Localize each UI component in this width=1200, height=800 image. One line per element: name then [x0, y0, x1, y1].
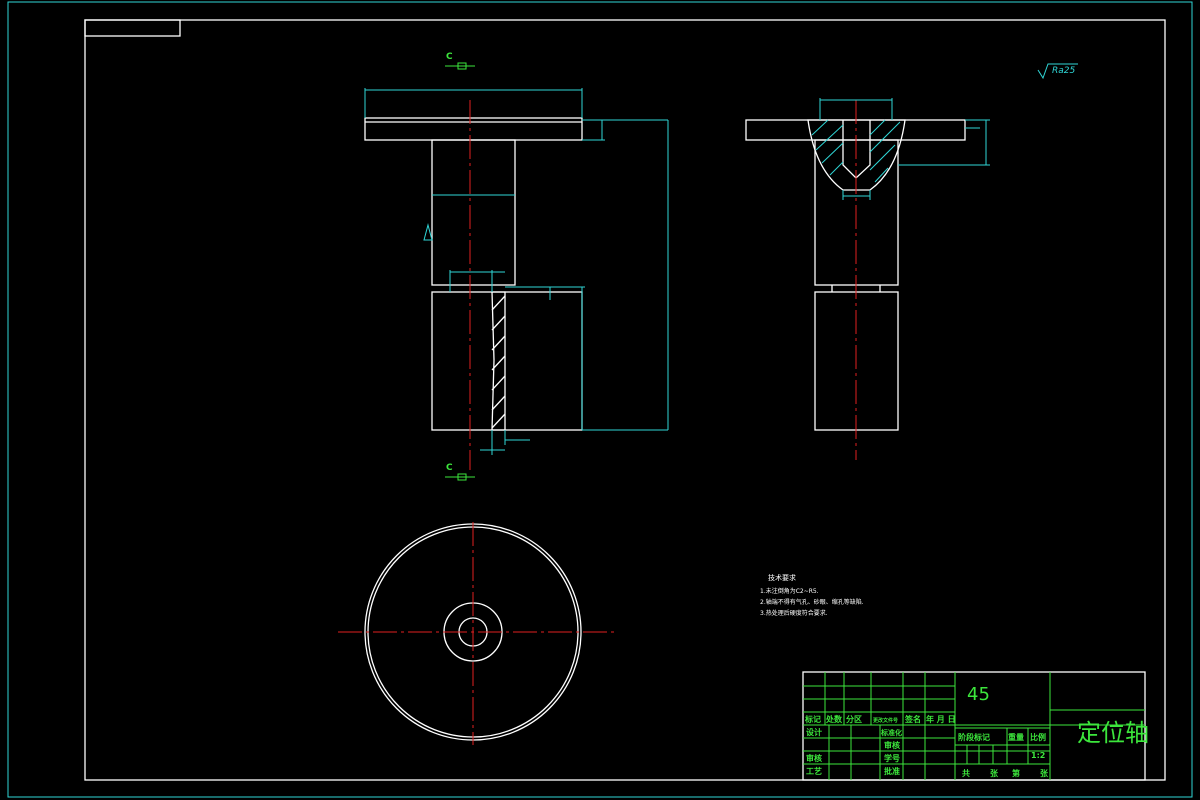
- svg-text:学号: 学号: [884, 753, 900, 763]
- outer-frame: [7, 1, 1193, 798]
- svg-text:第: 第: [1012, 768, 1020, 778]
- svg-text:Ra25: Ra25: [1052, 66, 1075, 76]
- part-name: 定位轴: [1077, 719, 1149, 747]
- svg-text:3.热处理后硬度符合要求.: 3.热处理后硬度符合要求.: [760, 609, 828, 617]
- corner-box: [84, 19, 181, 37]
- svg-text:分区: 分区: [846, 714, 862, 724]
- svg-text:批准: 批准: [884, 766, 900, 776]
- material: 45: [967, 684, 990, 705]
- svg-text:签名: 签名: [904, 714, 921, 724]
- svg-text:共: 共: [962, 768, 970, 778]
- svg-text:审核: 审核: [884, 740, 900, 750]
- front-view: C C: [364, 52, 669, 481]
- svg-text:张: 张: [1040, 769, 1049, 778]
- svg-text:比例: 比例: [1030, 732, 1046, 742]
- section-label-bottom: C: [446, 463, 453, 473]
- side-view: [745, 98, 990, 460]
- cad-drawing: C C Ra25 技术要求 1.未注倒角为C2~R5. 2.轴端不得有气孔、砂眼…: [7, 1, 1193, 798]
- svg-text:张: 张: [990, 769, 999, 778]
- inner-frame: [84, 19, 1166, 781]
- svg-text:年 月 日: 年 月 日: [926, 714, 956, 724]
- tech-requirements: 技术要求 1.未注倒角为C2~R5. 2.轴端不得有气孔、砂眼、缩孔等缺陷. 3…: [760, 573, 864, 617]
- svg-text:标准化: 标准化: [880, 728, 902, 737]
- svg-text:阶段标记: 阶段标记: [958, 732, 990, 742]
- svg-text:设计: 设计: [806, 727, 822, 737]
- top-view: [338, 522, 615, 745]
- title-block: 标记 处数 分区 更改文件号 签名 年 月 日 设计 审核 工艺 标准化 审核 …: [802, 671, 1149, 781]
- svg-text:标记: 标记: [804, 714, 821, 724]
- svg-text:技术要求: 技术要求: [768, 573, 796, 582]
- svg-text:工艺: 工艺: [806, 766, 822, 776]
- svg-text:审核: 审核: [806, 753, 822, 763]
- svg-text:处数: 处数: [825, 714, 843, 724]
- svg-text:更改文件号: 更改文件号: [873, 717, 898, 724]
- svg-text:重量: 重量: [1008, 732, 1024, 742]
- svg-text:1:2: 1:2: [1031, 751, 1045, 760]
- svg-text:1.未注倒角为C2~R5.: 1.未注倒角为C2~R5.: [760, 587, 819, 595]
- section-label-top: C: [446, 52, 453, 62]
- svg-text:2.轴端不得有气孔、砂眼、缩孔等缺陷.: 2.轴端不得有气孔、砂眼、缩孔等缺陷.: [760, 598, 864, 606]
- roughness-symbol: Ra25: [1037, 63, 1078, 80]
